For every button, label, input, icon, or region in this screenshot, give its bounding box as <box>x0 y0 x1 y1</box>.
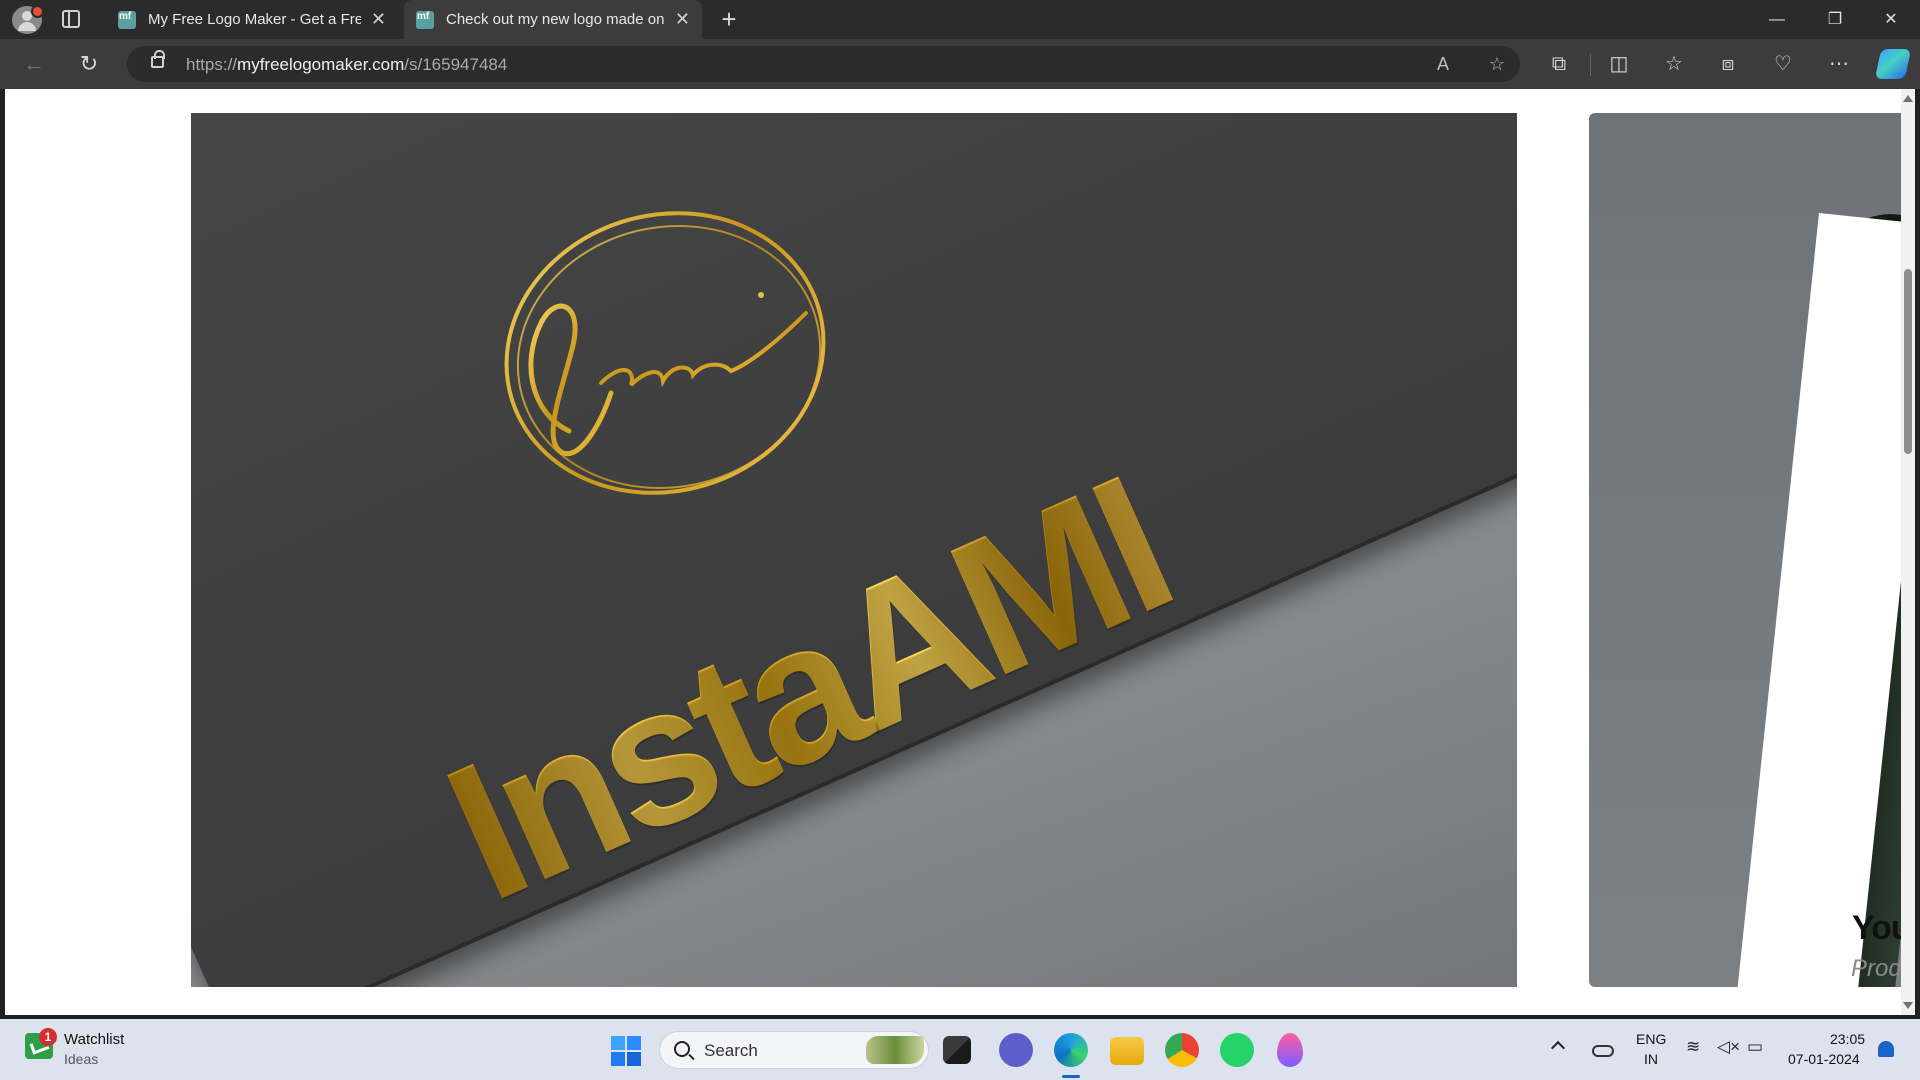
new-tab-button[interactable]: + <box>714 4 744 34</box>
extensions-icon[interactable]: ⧉ <box>1544 49 1574 79</box>
paint-app-icon[interactable] <box>1277 1033 1303 1067</box>
input-language[interactable]: ENG <box>1636 1031 1666 1047</box>
more-menu-icon[interactable]: ⋯ <box>1824 49 1854 79</box>
windows-taskbar: 1 Watchlist Ideas Search ENG IN ≋ ◁× ▭ 2… <box>0 1019 1920 1080</box>
teams-chat-icon[interactable] <box>999 1033 1033 1067</box>
site-favicon-icon <box>118 10 136 29</box>
toolbar-divider <box>1590 54 1591 76</box>
active-app-indicator <box>1062 1075 1080 1078</box>
profile-avatar-icon[interactable] <box>12 5 44 34</box>
ad-title: You <box>1852 909 1904 947</box>
back-button[interactable]: ← <box>19 49 49 79</box>
start-windows-icon[interactable] <box>611 1036 641 1066</box>
search-icon <box>674 1041 690 1057</box>
browser-toolbar: ← ↻ https://myfreelogomaker.com/s/165947… <box>0 39 1920 89</box>
input-region[interactable]: IN <box>1644 1051 1658 1067</box>
scroll-down-icon[interactable] <box>1903 1002 1913 1009</box>
restore-button[interactable]: ❐ <box>1806 0 1864 39</box>
wifi-icon[interactable]: ≋ <box>1686 1037 1700 1057</box>
tab-close-icon[interactable]: ✕ <box>675 9 690 30</box>
vertical-scrollbar[interactable] <box>1901 89 1915 1015</box>
side-advertisement[interactable]: You Prod <box>1589 113 1904 987</box>
close-window-button[interactable]: ✕ <box>1862 0 1920 39</box>
browser-essentials-icon[interactable]: ♡ <box>1768 49 1798 79</box>
notification-badge: 1 <box>39 1028 57 1046</box>
tab-check-out-logo[interactable]: Check out my new logo made on ✕ <box>404 0 702 39</box>
lock-icon[interactable] <box>151 50 165 68</box>
widget-title[interactable]: Watchlist <box>64 1031 124 1048</box>
url-text[interactable]: https://myfreelogomaker.com/s/165947484 <box>186 55 507 75</box>
copilot-icon[interactable] <box>1874 49 1912 79</box>
onedrive-cloud-icon[interactable] <box>1592 1045 1614 1057</box>
battery-icon[interactable]: ▭ <box>1747 1037 1763 1057</box>
tab-title: Check out my new logo made on <box>446 11 665 28</box>
read-aloud-icon[interactable]: A <box>1429 50 1457 78</box>
show-hidden-icons-icon[interactable] <box>1550 1040 1566 1056</box>
split-screen-icon[interactable]: ◫ <box>1604 49 1634 79</box>
clock-date[interactable]: 07-01-2024 <box>1788 1051 1860 1067</box>
edge-browser-icon[interactable] <box>1054 1033 1088 1067</box>
favorites-icon[interactable]: ☆ <box>1659 49 1689 79</box>
task-view-icon[interactable] <box>943 1036 971 1064</box>
clock-time[interactable]: 23:05 <box>1830 1031 1865 1047</box>
site-favicon-icon <box>416 10 434 29</box>
tab-my-free-logo-maker[interactable]: My Free Logo Maker - Get a Free ✕ <box>106 0 398 39</box>
tab-close-icon[interactable]: ✕ <box>371 9 386 30</box>
scroll-up-icon[interactable] <box>1903 95 1913 102</box>
address-bar[interactable]: https://myfreelogomaker.com/s/165947484 … <box>127 46 1520 82</box>
ad-subtitle: Prod <box>1851 955 1902 982</box>
favorite-star-icon[interactable]: ☆ <box>1483 50 1511 78</box>
page-viewport: InstaAMI You Prod <box>5 89 1915 1015</box>
collections-icon[interactable]: ⧈ <box>1713 49 1743 79</box>
search-label: Search <box>704 1041 758 1060</box>
taskbar-search[interactable]: Search <box>659 1031 929 1069</box>
widget-subtitle: Ideas <box>64 1051 99 1067</box>
chrome-browser-icon[interactable] <box>1165 1033 1199 1067</box>
whatsapp-icon[interactable] <box>1220 1033 1254 1067</box>
volume-muted-icon[interactable]: ◁× <box>1717 1037 1740 1057</box>
scrollbar-thumb[interactable] <box>1904 269 1912 454</box>
search-highlight-art <box>866 1036 924 1064</box>
logo-mockup-image: InstaAMI <box>191 113 1517 987</box>
notification-bell-icon[interactable] <box>1878 1041 1894 1057</box>
tab-title: My Free Logo Maker - Get a Free <box>148 11 361 28</box>
tab-strip: My Free Logo Maker - Get a Free ✕ Check … <box>0 0 1920 39</box>
minimize-button[interactable]: — <box>1748 0 1806 39</box>
file-explorer-icon[interactable] <box>1110 1037 1144 1065</box>
tab-actions-icon[interactable] <box>62 10 80 28</box>
refresh-button[interactable]: ↻ <box>74 49 104 79</box>
